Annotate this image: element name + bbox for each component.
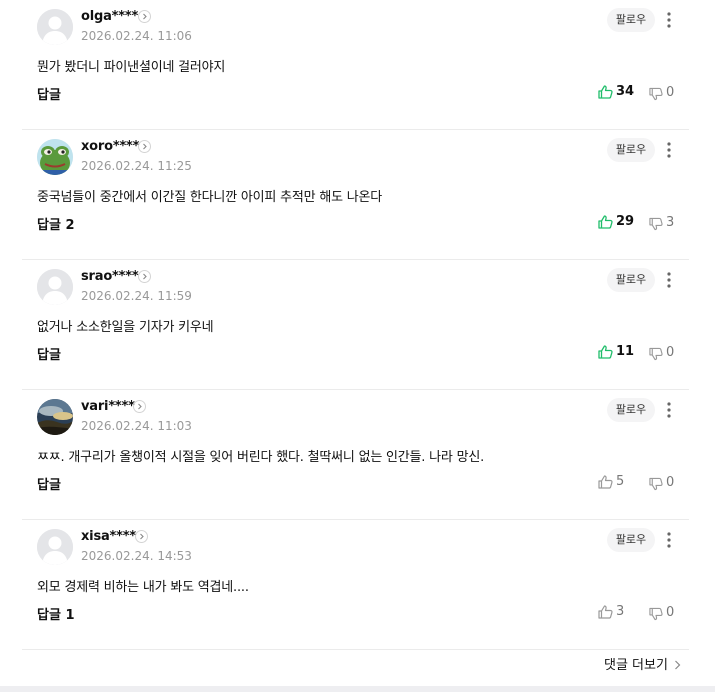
profile-chevron-icon[interactable]: [138, 270, 151, 283]
comment-date: 2026.02.24. 11:03: [81, 419, 192, 433]
dislike-count: 3: [666, 215, 675, 230]
comment-text: 외모 경제력 비하는 내가 봐도 역겹네....: [37, 580, 249, 595]
dislike-button[interactable]: 0: [649, 85, 679, 103]
avatar[interactable]: [37, 529, 73, 565]
dislike-button[interactable]: 0: [649, 605, 679, 623]
like-count: 29: [616, 214, 635, 229]
avatar[interactable]: [37, 399, 73, 435]
more-options-icon[interactable]: [662, 530, 676, 550]
dislike-count: 0: [666, 605, 675, 620]
username[interactable]: olga****: [81, 9, 138, 24]
chevron-right-icon: [675, 660, 681, 670]
profile-chevron-icon[interactable]: [138, 10, 151, 23]
profile-chevron-icon[interactable]: [138, 140, 151, 153]
dislike-count: 0: [666, 345, 675, 360]
more-options-icon[interactable]: [662, 10, 676, 30]
username[interactable]: srao****: [81, 269, 139, 284]
reply-button[interactable]: 답글: [37, 474, 61, 493]
comment-item: srao**** 2026.02.24. 11:59 팔로우 없거나 소소한일을…: [22, 260, 689, 390]
comment-date: 2026.02.24. 11:06: [81, 29, 192, 43]
like-count: 11: [616, 344, 635, 359]
thumbs-up-icon: [598, 475, 613, 489]
thumbs-down-icon: [649, 477, 663, 491]
more-options-icon[interactable]: [662, 270, 676, 290]
like-button[interactable]: 11: [598, 344, 634, 362]
default-avatar-icon: [37, 269, 73, 305]
avatar[interactable]: [37, 269, 73, 305]
comment-date: 2026.02.24. 11:25: [81, 159, 192, 173]
thumbs-up-icon: [598, 605, 613, 619]
thumbs-down-icon: [649, 87, 663, 101]
dislike-button[interactable]: 3: [649, 215, 679, 233]
comment-text: 중국넘들이 중간에서 이간질 한다니깐 아이피 추적만 해도 나온다: [37, 190, 383, 205]
thumbs-down-icon: [649, 607, 663, 621]
comment-list: olga**** 2026.02.24. 11:06 팔로우 뭔가 봤더니 파이…: [22, 0, 689, 650]
thumbs-down-icon: [649, 217, 663, 231]
thumbs-up-icon: [598, 85, 613, 99]
follow-button[interactable]: 팔로우: [607, 528, 655, 552]
username[interactable]: vari****: [81, 399, 135, 414]
comment-text: 뭔가 봤더니 파이낸셜이네 걸러야지: [37, 60, 226, 75]
comment-item: xoro**** 2026.02.24. 11:25 팔로우 중국넘들이 중간에…: [22, 130, 689, 260]
follow-button[interactable]: 팔로우: [607, 8, 655, 32]
like-count: 3: [616, 604, 625, 619]
dislike-count: 0: [666, 85, 675, 100]
more-options-icon[interactable]: [662, 140, 676, 160]
more-comments-link[interactable]: 댓글 더보기: [604, 654, 681, 673]
comment-item: xisa**** 2026.02.24. 14:53 팔로우 외모 경제력 비하…: [22, 520, 689, 650]
avatar[interactable]: [37, 139, 73, 175]
profile-chevron-icon[interactable]: [135, 530, 148, 543]
follow-button[interactable]: 팔로우: [607, 138, 655, 162]
username[interactable]: xoro****: [81, 139, 139, 154]
thumbs-up-icon: [598, 215, 613, 229]
comment-text: 없거나 소소한일을 기자가 키우네: [37, 320, 214, 335]
like-count: 34: [616, 84, 635, 99]
profile-chevron-icon[interactable]: [133, 400, 146, 413]
comment-item: olga**** 2026.02.24. 11:06 팔로우 뭔가 봤더니 파이…: [22, 0, 689, 130]
bottom-divider: [0, 686, 715, 692]
follow-button[interactable]: 팔로우: [607, 398, 655, 422]
username[interactable]: xisa****: [81, 529, 136, 544]
comment-text: ㅉㅉ. 개구리가 올챙이적 시절을 잊어 버린다 했다. 철딱써니 없는 인간들…: [37, 450, 485, 465]
reply-button[interactable]: 답글 1: [37, 604, 75, 623]
comment-item: vari**** 2026.02.24. 11:03 팔로우 ㅉㅉ. 개구리가 …: [22, 390, 689, 520]
reply-button[interactable]: 답글 2: [37, 214, 75, 233]
comment-date: 2026.02.24. 11:59: [81, 289, 192, 303]
like-button[interactable]: 29: [598, 214, 634, 232]
dislike-button[interactable]: 0: [649, 345, 679, 363]
like-button[interactable]: 3: [598, 604, 634, 622]
thumbs-down-icon: [649, 347, 663, 361]
more-comments-label: 댓글 더보기: [604, 658, 668, 673]
frog-avatar-icon: [37, 139, 73, 175]
follow-button[interactable]: 팔로우: [607, 268, 655, 292]
dislike-count: 0: [666, 475, 675, 490]
comment-date: 2026.02.24. 14:53: [81, 549, 192, 563]
landscape-avatar-icon: [37, 399, 73, 435]
dislike-button[interactable]: 0: [649, 475, 679, 493]
more-options-icon[interactable]: [662, 400, 676, 420]
reply-button[interactable]: 답글: [37, 344, 61, 363]
thumbs-up-icon: [598, 345, 613, 359]
default-avatar-icon: [37, 9, 73, 45]
like-button[interactable]: 5: [598, 474, 634, 492]
default-avatar-icon: [37, 529, 73, 565]
like-count: 5: [616, 474, 625, 489]
avatar[interactable]: [37, 9, 73, 45]
like-button[interactable]: 34: [598, 84, 634, 102]
reply-button[interactable]: 답글: [37, 84, 61, 103]
